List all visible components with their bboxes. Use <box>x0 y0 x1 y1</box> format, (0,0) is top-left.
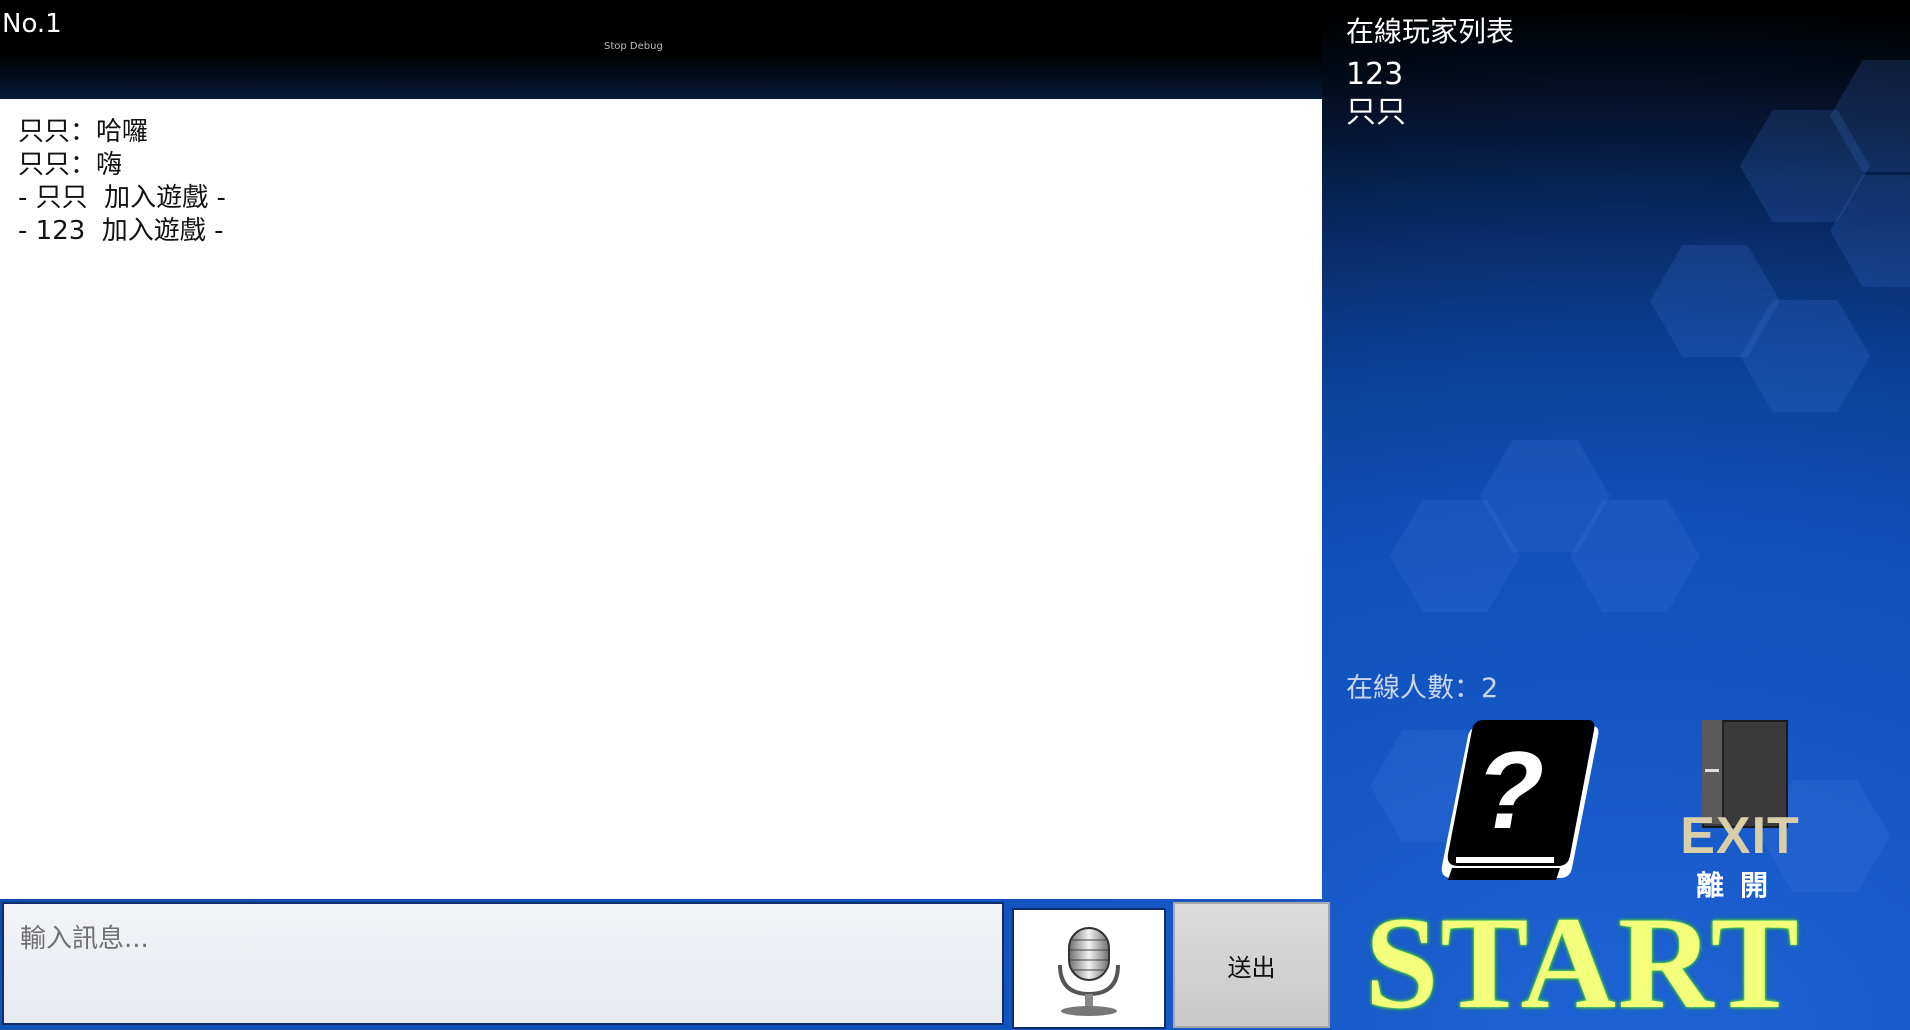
lobby-screen: No.1 Stop Debug 只只：哈囉 只只：嗨 - 只只 加入遊戲 - -… <box>0 0 1910 1030</box>
microphone-icon <box>1058 927 1120 1016</box>
chat-message: - 123 加入遊戲 - <box>18 216 224 246</box>
player-item: 123 <box>1346 57 1404 92</box>
help-button[interactable]: ? <box>1432 718 1602 888</box>
online-count: 在線人數：2 <box>1346 673 1499 704</box>
chat-message: - 只只 加入遊戲 - <box>18 183 226 213</box>
message-input[interactable] <box>2 902 1004 1025</box>
player-list: 123 只只 <box>1346 56 1406 132</box>
send-button[interactable]: 送出 <box>1173 902 1330 1028</box>
voice-input-button[interactable] <box>1012 908 1166 1029</box>
player-list-title: 在線玩家列表 <box>1346 15 1515 48</box>
exit-label: EXIT <box>1680 807 1800 865</box>
exit-button[interactable]: EXIT 離開 <box>1660 716 1820 906</box>
chat-message: 只只：哈囉 <box>18 117 149 147</box>
top-bar: No.1 Stop Debug <box>0 0 1322 99</box>
stop-debug-button[interactable]: Stop Debug <box>604 41 663 52</box>
help-book-icon: ? <box>1441 720 1599 880</box>
start-button[interactable]: START <box>1365 897 1905 1029</box>
chat-log: 只只：哈囉 只只：嗨 - 只只 加入遊戲 - - 123 加入遊戲 - <box>0 99 1322 899</box>
chat-messages: 只只：哈囉 只只：嗨 - 只只 加入遊戲 - - 123 加入遊戲 - <box>18 116 226 248</box>
exit-door-handle <box>1705 769 1719 772</box>
room-number: No.1 <box>2 9 62 39</box>
chat-message: 只只：嗨 <box>18 150 123 180</box>
player-item: 只只 <box>1346 95 1406 130</box>
